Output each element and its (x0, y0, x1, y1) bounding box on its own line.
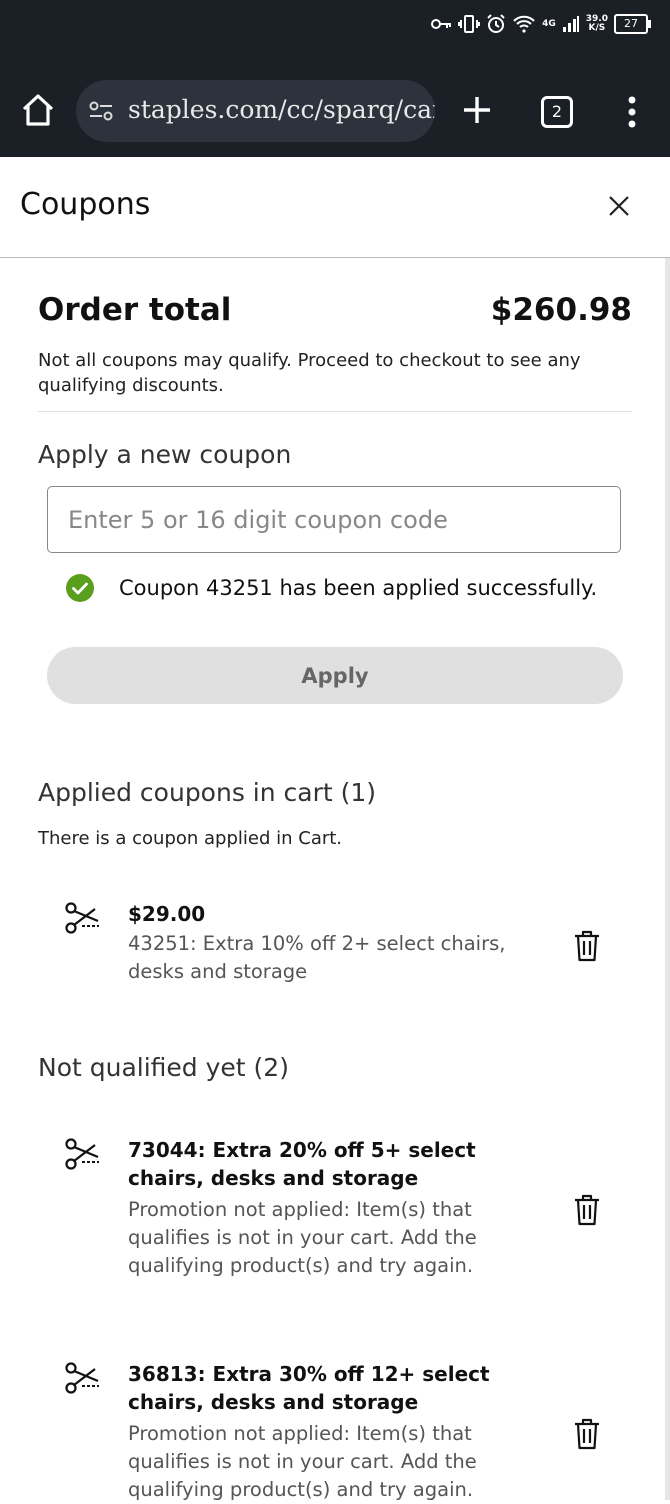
vpn-key-icon (430, 17, 452, 31)
coupon-description: Promotion not applied: Item(s) that qual… (128, 1422, 477, 1501)
url-text: staples.com/cc/sparq/cart (128, 95, 435, 124)
browser-menu-button[interactable] (627, 96, 637, 128)
close-button[interactable] (606, 193, 632, 219)
status-icons: 4G 39.0 K/S 27 (430, 14, 651, 34)
new-tab-button[interactable] (462, 95, 492, 125)
signal-icon (562, 15, 580, 33)
scissors-icon (65, 1362, 99, 1394)
home-button[interactable] (20, 92, 56, 128)
sheet-title: Coupons (20, 187, 151, 222)
site-settings-icon[interactable] (88, 100, 114, 126)
home-icon (22, 94, 54, 126)
speed-unit: K/S (588, 23, 606, 33)
order-total-label: Order total (38, 292, 232, 328)
success-message: Coupon 43251 has been applied successful… (66, 574, 597, 602)
apply-button[interactable]: Apply (47, 647, 623, 704)
vibrate-icon (458, 14, 481, 34)
address-bar[interactable]: staples.com/cc/sparq/cart (76, 80, 435, 142)
coupon-title: 36813: Extra 30% off 12+ select chairs, … (128, 1362, 490, 1414)
coupons-sheet-header: Coupons (0, 157, 670, 258)
applied-coupon-body: $29.00 43251: Extra 10% off 2+ select ch… (128, 900, 528, 986)
network-speed: 39.0 K/S (586, 15, 608, 33)
scissors-icon (65, 902, 99, 934)
trash-icon[interactable] (572, 1194, 602, 1226)
more-vertical-icon (628, 96, 636, 128)
coupon-amount: $29.00 (128, 902, 206, 926)
browser-toolbar: staples.com/cc/sparq/cart 2 (0, 60, 670, 157)
scrollbar[interactable] (665, 258, 670, 1500)
close-icon (609, 196, 629, 216)
coupon-code-input[interactable] (47, 486, 621, 553)
apply-coupon-heading: Apply a new coupon (38, 440, 292, 469)
qualify-note: Not all coupons may qualify. Proceed to … (38, 350, 581, 396)
alarm-icon (486, 14, 506, 34)
network-type: 4G (542, 18, 556, 29)
wifi-icon (512, 14, 536, 34)
coupon-title: 73044: Extra 20% off 5+ select chairs, d… (128, 1138, 476, 1190)
battery-icon: 27 (614, 14, 651, 34)
divider (38, 411, 632, 412)
applied-coupons-heading: Applied coupons in cart (1) (38, 778, 377, 807)
not-qualified-coupon-body: 73044: Extra 20% off 5+ select chairs, d… (128, 1136, 528, 1280)
coupon-description: Promotion not applied: Item(s) that qual… (128, 1198, 477, 1277)
success-text: Coupon 43251 has been applied successful… (119, 576, 598, 600)
status-bar: 4G 39.0 K/S 27 (0, 0, 670, 60)
not-qualified-coupon-body: 36813: Extra 30% off 12+ select chairs, … (128, 1360, 528, 1504)
not-qualified-heading: Not qualified yet (2) (38, 1053, 289, 1082)
coupon-description: 43251: Extra 10% off 2+ select chairs, d… (128, 932, 506, 983)
trash-icon[interactable] (572, 1418, 602, 1450)
plus-icon (464, 97, 490, 123)
scissors-icon (65, 1138, 99, 1170)
trash-icon[interactable] (572, 930, 602, 962)
check-circle-icon (66, 574, 94, 602)
applied-coupons-subtext: There is a coupon applied in Cart. (38, 828, 343, 849)
order-total-amount: $260.98 (490, 292, 632, 328)
tab-switcher-button[interactable]: 2 (541, 96, 573, 128)
